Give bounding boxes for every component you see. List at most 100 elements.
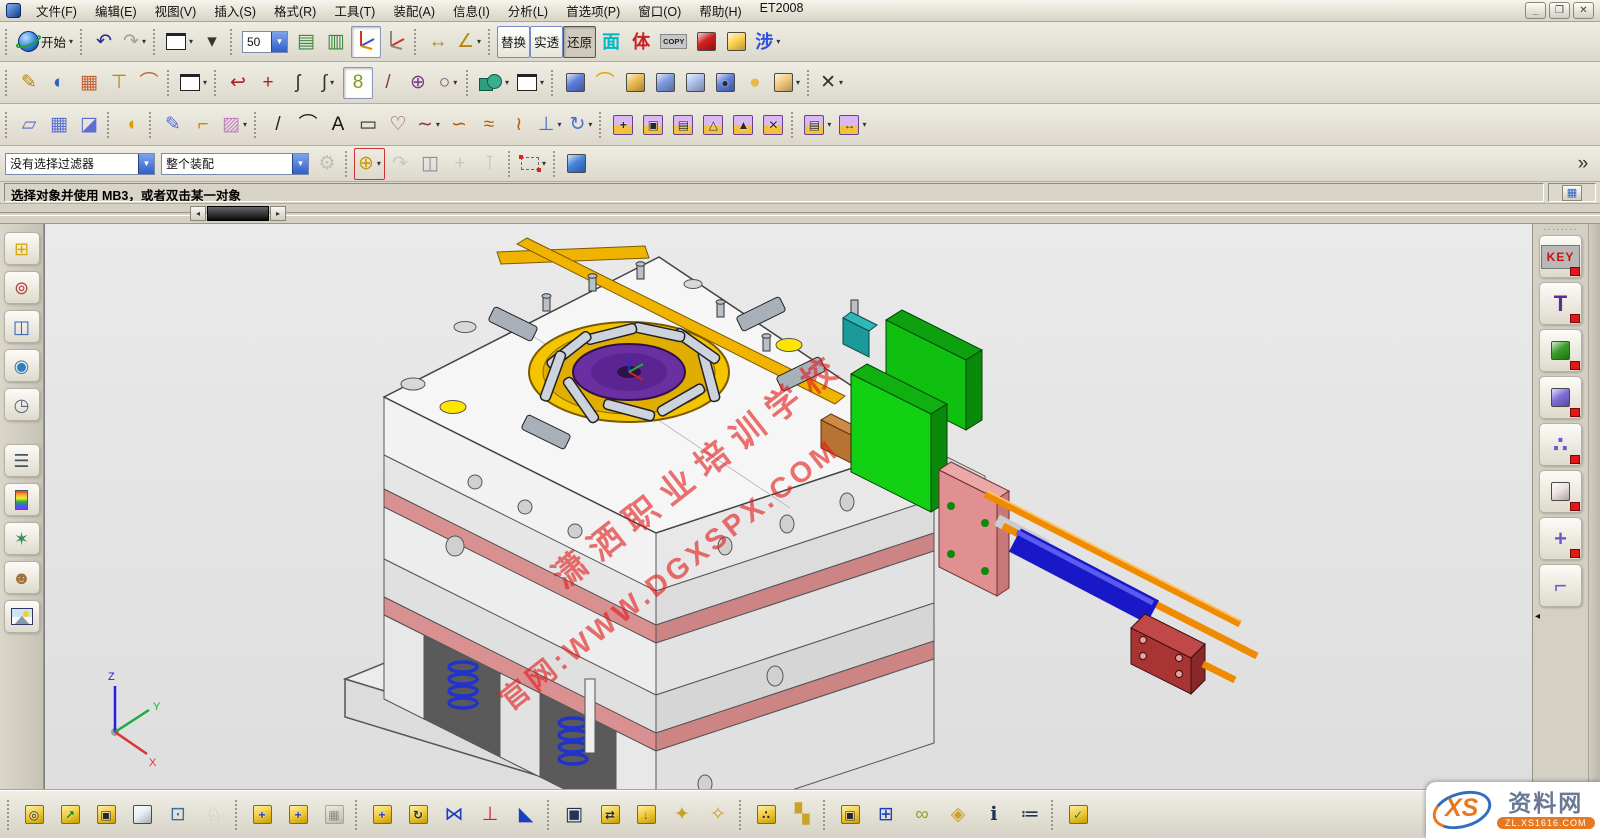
component-position-button[interactable]: ↔▾: [835, 109, 870, 141]
menu-item-11[interactable]: 窗口(O): [629, 0, 690, 22]
sheet-grid-button[interactable]: ▦: [74, 67, 104, 99]
scroll-left-button[interactable]: ◂: [190, 206, 206, 221]
unavailable-tool-button[interactable]: ♘: [196, 796, 232, 834]
snapshot-button[interactable]: ⊡: [160, 796, 196, 834]
component-outline-button[interactable]: ▣: [88, 796, 124, 834]
reset-orientation-button[interactable]: ↷: [385, 148, 415, 180]
trim-curve-button[interactable]: ↩: [223, 67, 253, 99]
unite-body-button[interactable]: [680, 67, 710, 99]
roles-button[interactable]: ☻: [4, 561, 40, 594]
menu-item-12[interactable]: 帮助(H): [690, 0, 750, 22]
create-linked-button[interactable]: +: [364, 796, 400, 834]
face-display-button[interactable]: 面: [596, 26, 626, 58]
wireframe-solid-button[interactable]: [721, 26, 751, 58]
wrap-button[interactable]: ↻▾: [565, 109, 596, 141]
sphere-button[interactable]: ◐: [44, 67, 74, 99]
constraint-navigator-button[interactable]: ⊚: [4, 271, 40, 304]
reuse-cross-button[interactable]: +: [1539, 517, 1582, 560]
find-component-button[interactable]: ◎: [16, 796, 52, 834]
component-window-button[interactable]: ⊞: [868, 796, 904, 834]
fillet-curve-button[interactable]: ʃ: [283, 67, 313, 99]
spline-1-button[interactable]: ∽: [444, 109, 474, 141]
toolbar-overflow-button[interactable]: »: [1568, 148, 1598, 180]
selection-scope-arrow-icon[interactable]: ▼: [292, 154, 308, 174]
rectangle-select-button[interactable]: ▾: [517, 148, 550, 180]
restore-toggle[interactable]: 还原: [563, 26, 596, 58]
explode-assembly-button[interactable]: ∴: [748, 796, 784, 834]
minimize-button[interactable]: _: [1525, 2, 1546, 19]
validate-assembly-button[interactable]: ✓: [1060, 796, 1096, 834]
reuse-key-button[interactable]: KEY: [1539, 235, 1582, 278]
menu-item-4[interactable]: 插入(S): [205, 0, 265, 22]
scroll-right-button[interactable]: ▸: [270, 206, 286, 221]
selection-gears-button[interactable]: ⚙: [312, 148, 342, 180]
right-scrollbar[interactable]: [1588, 224, 1600, 790]
visualization-button[interactable]: ✶: [4, 522, 40, 555]
edit-component-button[interactable]: ✦: [664, 796, 700, 834]
flange-button[interactable]: ⌒: [134, 67, 164, 99]
wave-link-button[interactable]: ∞: [904, 796, 940, 834]
divide-curve-button[interactable]: +: [253, 67, 283, 99]
graphics-viewport[interactable]: Z Y X 潇洒职业培训学校 官网:WWW.DGXSPX.COM: [44, 224, 1532, 790]
bounded-plane-button[interactable]: ◪: [74, 109, 104, 141]
layer-settings-button[interactable]: ▤: [291, 26, 321, 58]
show-dof-button[interactable]: ⊥: [472, 796, 508, 834]
emboss-button[interactable]: ⊥▾: [534, 109, 566, 141]
new-component-button[interactable]: +: [280, 796, 316, 834]
shaded-solid-button[interactable]: [691, 26, 721, 58]
mate-component-button[interactable]: ◣: [508, 796, 544, 834]
remember-constraints-button[interactable]: ▣: [556, 796, 592, 834]
wave-geometry-button[interactable]: ◈: [940, 796, 976, 834]
gallery-button[interactable]: [4, 600, 40, 633]
unload-component-button[interactable]: ↓: [628, 796, 664, 834]
layer-visible-button[interactable]: ▥: [321, 26, 351, 58]
face-blend-button[interactable]: ⌐: [188, 109, 218, 141]
scale-combo[interactable]: 50▼: [242, 31, 288, 53]
palette-button[interactable]: [4, 483, 40, 516]
cad-model-canvas[interactable]: Z Y X: [45, 224, 1532, 790]
display-style-button[interactable]: ▾: [162, 26, 197, 58]
trim-body-button[interactable]: [650, 67, 680, 99]
pin-selection-button[interactable]: ⊺: [475, 148, 505, 180]
text-button[interactable]: A: [323, 109, 353, 141]
copy-face-button[interactable]: COPY: [656, 26, 691, 58]
spline-3-button[interactable]: ≀: [504, 109, 534, 141]
menu-item-1[interactable]: 文件(F): [27, 0, 86, 22]
basic-arc-button[interactable]: ⌒: [293, 109, 323, 141]
edit-in-window-button[interactable]: ✧: [700, 796, 736, 834]
menu-item-2[interactable]: 编辑(E): [86, 0, 146, 22]
journal-button[interactable]: ☰: [4, 444, 40, 477]
reuse-elbow-button[interactable]: ⌐: [1539, 564, 1582, 607]
polyline-button[interactable]: ∼▾: [413, 109, 444, 141]
measure-angle-button[interactable]: ∠▾: [453, 26, 485, 58]
assembly-sequence-button[interactable]: ▚: [784, 796, 820, 834]
link-info-button[interactable]: ℹ: [976, 796, 1012, 834]
assembly-constraints-button[interactable]: ⋈: [436, 796, 472, 834]
studio-surface-button[interactable]: ✎: [158, 109, 188, 141]
menu-item-5[interactable]: 格式(R): [265, 0, 325, 22]
mirror-component-button[interactable]: △: [698, 109, 728, 141]
restore-button[interactable]: ❐: [1549, 2, 1570, 19]
reuse-plate-button[interactable]: ∴: [1539, 423, 1582, 466]
reuse-bushing-button[interactable]: [1539, 470, 1582, 513]
selection-filter-arrow-icon[interactable]: ▼: [138, 154, 154, 174]
snap-point-button[interactable]: ⊕▾: [354, 148, 385, 180]
pattern-assembly-button[interactable]: ▦: [316, 796, 352, 834]
basic-line-button[interactable]: /: [263, 109, 293, 141]
menu-item-10[interactable]: 首选项(P): [557, 0, 629, 22]
selection-scope-combo[interactable]: 整个装配▼: [161, 153, 309, 175]
point-capture-button[interactable]: +: [445, 148, 475, 180]
history-button[interactable]: ◷: [4, 388, 40, 421]
move-assembly-component-button[interactable]: ↻: [400, 796, 436, 834]
studio-spline-button[interactable]: 8: [343, 67, 373, 99]
collapse-panel-button[interactable]: ◂: [1533, 611, 1540, 622]
delete-component-button[interactable]: ✕: [758, 109, 788, 141]
sketch-button[interactable]: ✎: [14, 67, 44, 99]
scroll-thumb[interactable]: [207, 206, 269, 221]
add-component-button[interactable]: +: [244, 796, 280, 834]
boss-button[interactable]: ●: [740, 67, 770, 99]
replace-component-button[interactable]: ⇄: [592, 796, 628, 834]
shell-button[interactable]: ▾: [770, 67, 804, 99]
datum-plane-button[interactable]: ▾: [513, 67, 548, 99]
view-plane-button[interactable]: ▾: [176, 67, 211, 99]
